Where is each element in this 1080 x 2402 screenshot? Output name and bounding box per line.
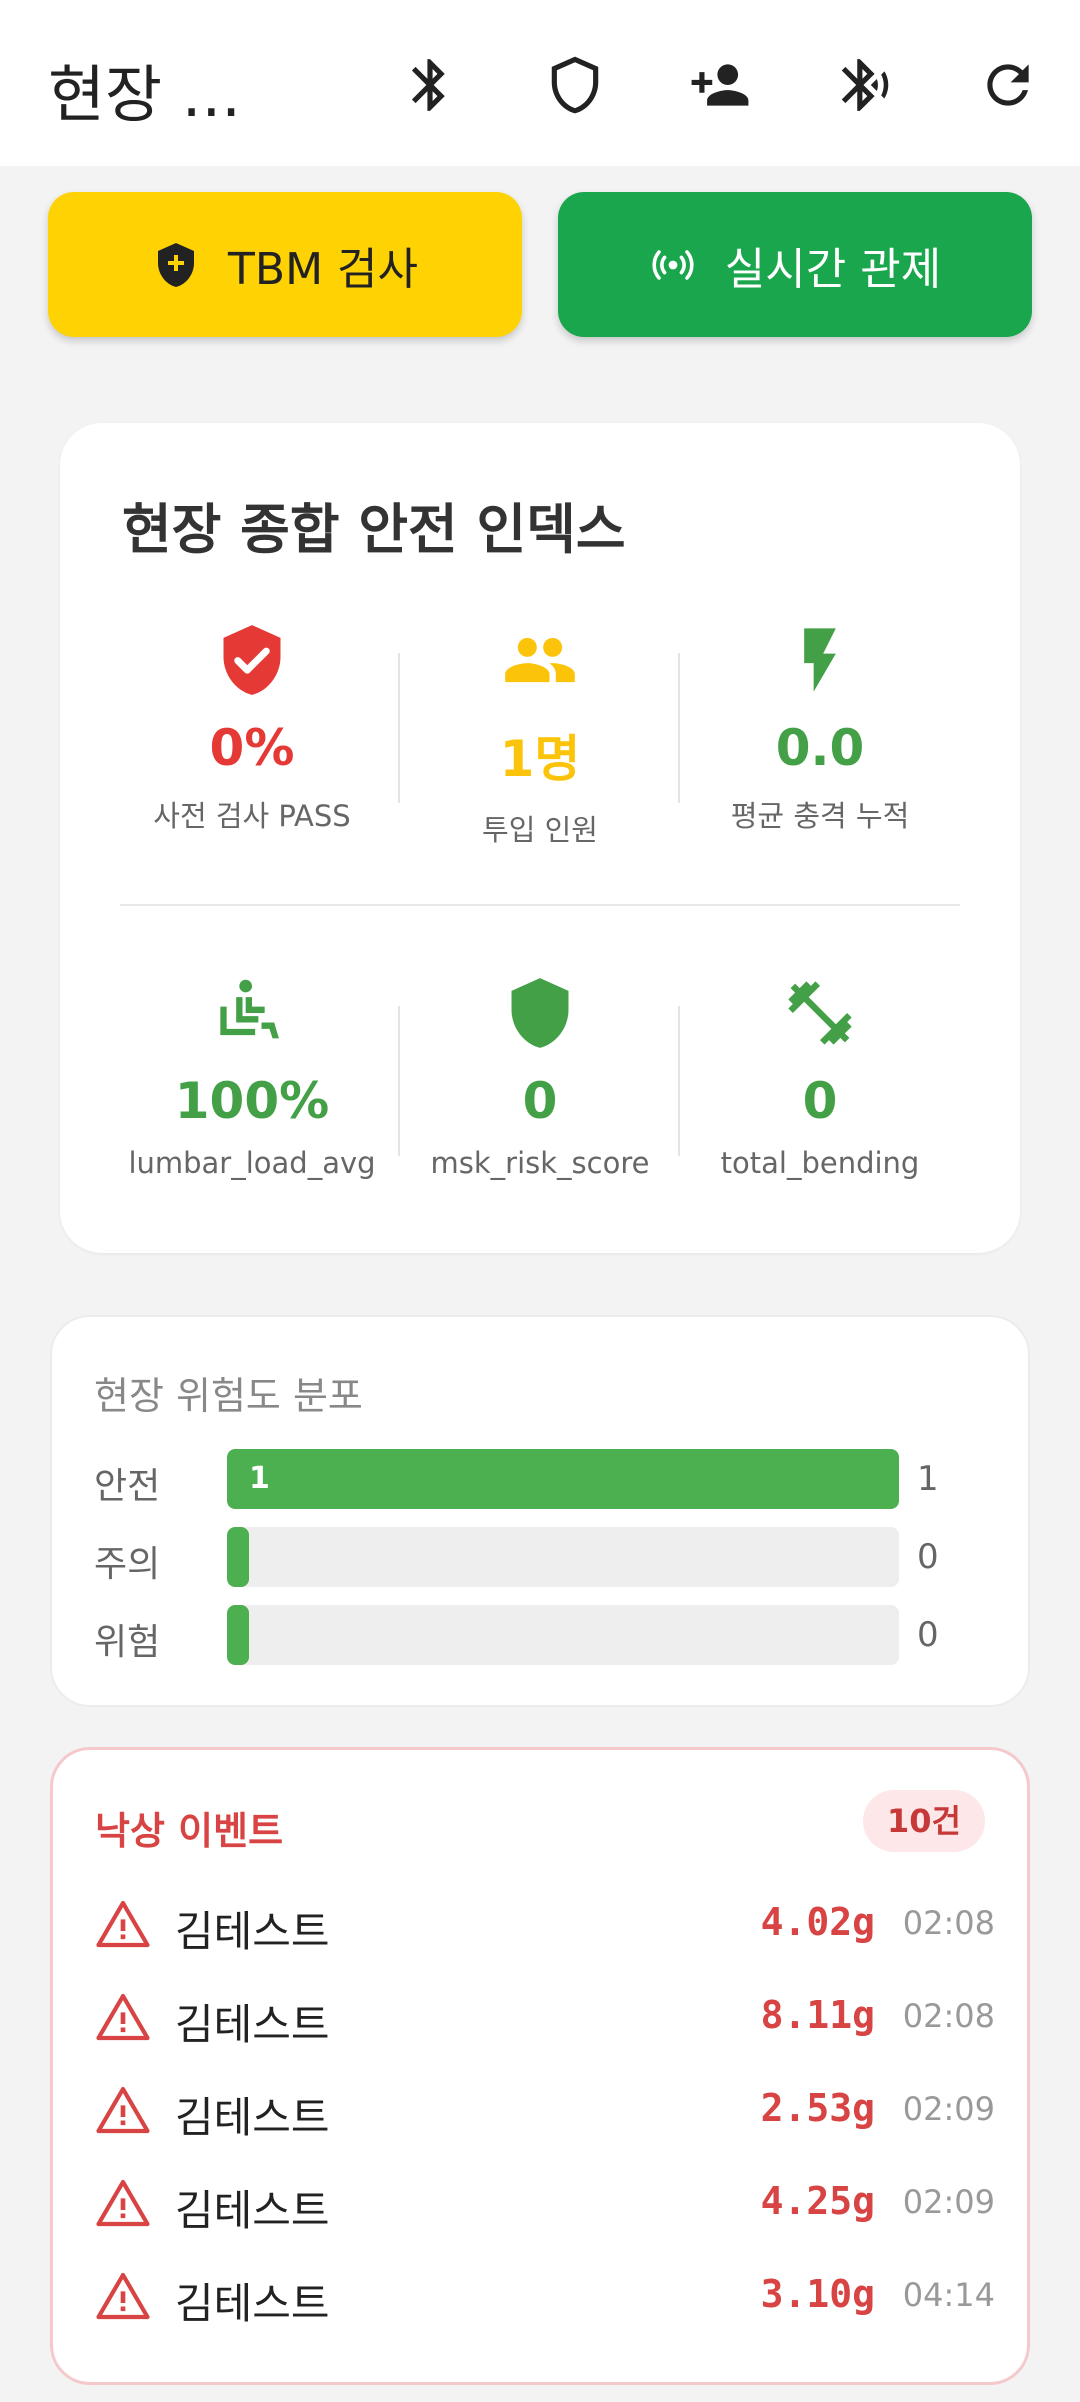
worker-name: 김테스트 [175, 2279, 330, 2328]
worker-name: 김테스트 [175, 2093, 330, 2142]
metric-value: 100% [174, 1072, 330, 1130]
risk-label: 위험 [94, 1622, 161, 1663]
impact-g: 4.25g [760, 2179, 875, 2223]
fall-events-card: 낙상 이벤트 10건 김테스트 4.02g 02:08 김테스트 8.11g 0… [50, 1747, 1030, 2385]
add-person-button[interactable] [680, 45, 760, 125]
impact-g: 3.10g [760, 2272, 875, 2316]
risk-label: 안전 [94, 1466, 161, 1507]
bluetooth-searching-icon [841, 59, 889, 111]
risk-distribution-card: 현장 위험도 분포 안전 1 1 주의 0 위험 0 [50, 1315, 1030, 1707]
broadcast-icon [652, 249, 694, 280]
person-add-icon [691, 64, 749, 106]
live-monitoring-label: 실시간 관제 [724, 243, 942, 295]
shield-check-icon [223, 625, 281, 695]
app-bar: 현장 ... [0, 0, 1080, 166]
metric-label: total_bending [720, 1146, 920, 1180]
impact-g: 4.02g [760, 1900, 875, 1944]
fall-event-item[interactable]: 김테스트 2.53g 02:09 [95, 2072, 995, 2152]
dumbbell-icon [788, 981, 852, 1045]
refresh-icon [987, 64, 1029, 106]
metric-label: 평균 충격 누적 [730, 799, 910, 833]
bluetooth-scan-button[interactable] [825, 45, 905, 125]
metric-value: 0 [802, 1072, 838, 1130]
warning-icon [96, 2086, 150, 2134]
tbm-inspection-button[interactable]: TBM 검사 [48, 192, 522, 337]
metric-precheck-pass: 0% 사전 검사 PASS [112, 615, 392, 835]
people-icon [505, 637, 575, 683]
event-time: 02:08 [902, 1997, 995, 2035]
risk-count: 0 [917, 1615, 939, 1655]
metric-label: lumbar_load_avg [128, 1146, 376, 1180]
event-time: 02:08 [902, 1904, 995, 1942]
risk-bar-fill [227, 1527, 249, 1587]
metric-label: 투입 인원 [482, 813, 598, 847]
fall-events-count-badge: 10건 [863, 1790, 985, 1852]
bluetooth-button[interactable] [390, 45, 470, 125]
risk-bar-track: 1 [227, 1449, 899, 1509]
event-time: 04:14 [902, 2276, 995, 2314]
seated-person-icon [220, 979, 279, 1039]
risk-bar-fill: 1 [227, 1449, 899, 1509]
risk-count: 1 [917, 1459, 939, 1499]
risk-row-danger: 위험 0 [94, 1605, 1014, 1665]
worker-name: 김테스트 [175, 1907, 330, 1956]
safety-index-card: 현장 종합 안전 인덱스 0% 사전 검사 PASS 1명 투입 인원 0.0 … [60, 423, 1020, 1253]
risk-label: 주의 [94, 1544, 161, 1585]
fall-event-item[interactable]: 김테스트 3.10g 04:14 [95, 2258, 995, 2338]
refresh-button[interactable] [968, 45, 1048, 125]
fall-events-title: 낙상 이벤트 [95, 1809, 284, 1853]
risk-distribution-title: 현장 위험도 분포 [94, 1374, 363, 1418]
metric-value: 1명 [499, 730, 581, 788]
event-time: 02:09 [902, 2183, 995, 2221]
live-monitoring-button[interactable]: 실시간 관제 [558, 192, 1032, 337]
warning-icon [96, 2179, 150, 2227]
worker-name: 김테스트 [175, 2000, 330, 2049]
risk-row-caution: 주의 0 [94, 1527, 1014, 1587]
risk-bar-track [227, 1605, 899, 1665]
metric-value: 0 [522, 1072, 558, 1130]
shield-icon [511, 978, 569, 1048]
bolt-icon [804, 628, 836, 692]
metric-label: 사전 검사 PASS [153, 799, 351, 833]
impact-g: 2.53g [760, 2086, 875, 2130]
fall-event-item[interactable]: 김테스트 4.25g 02:09 [95, 2165, 995, 2245]
shield-plus-icon [158, 242, 194, 287]
warning-icon [96, 2272, 150, 2320]
warning-icon [96, 1900, 150, 1948]
warning-icon [96, 1993, 150, 2041]
risk-bar-fill [227, 1605, 249, 1665]
impact-g: 8.11g [760, 1993, 875, 2037]
metric-total-bending: 0 total_bending [680, 968, 960, 1180]
metric-lumbar-load: 100% lumbar_load_avg [112, 968, 392, 1180]
metric-label: msk_risk_score [430, 1146, 650, 1180]
bluetooth-icon [411, 59, 445, 111]
fall-event-item[interactable]: 김테스트 8.11g 02:08 [95, 1979, 995, 2059]
tbm-inspection-label: TBM 검사 [228, 243, 418, 295]
fall-event-item[interactable]: 김테스트 4.02g 02:08 [95, 1886, 995, 1966]
metric-value: 0% [209, 719, 295, 777]
safety-index-title: 현장 종합 안전 인덱스 [122, 498, 626, 561]
worker-name: 김테스트 [175, 2186, 330, 2235]
page-title: 현장 ... [48, 58, 241, 131]
metric-workers: 1명 투입 인원 [400, 615, 680, 849]
risk-row-safe: 안전 1 1 [94, 1449, 1014, 1509]
shield-icon [551, 56, 599, 114]
section-divider [120, 904, 960, 906]
event-time: 02:09 [902, 2090, 995, 2128]
risk-count: 0 [917, 1537, 939, 1577]
risk-bar-track [227, 1527, 899, 1587]
shield-button[interactable] [535, 45, 615, 125]
metric-value: 0.0 [775, 719, 865, 777]
metric-msk-risk: 0 msk_risk_score [400, 968, 680, 1180]
metric-avg-impact: 0.0 평균 충격 누적 [680, 615, 960, 835]
